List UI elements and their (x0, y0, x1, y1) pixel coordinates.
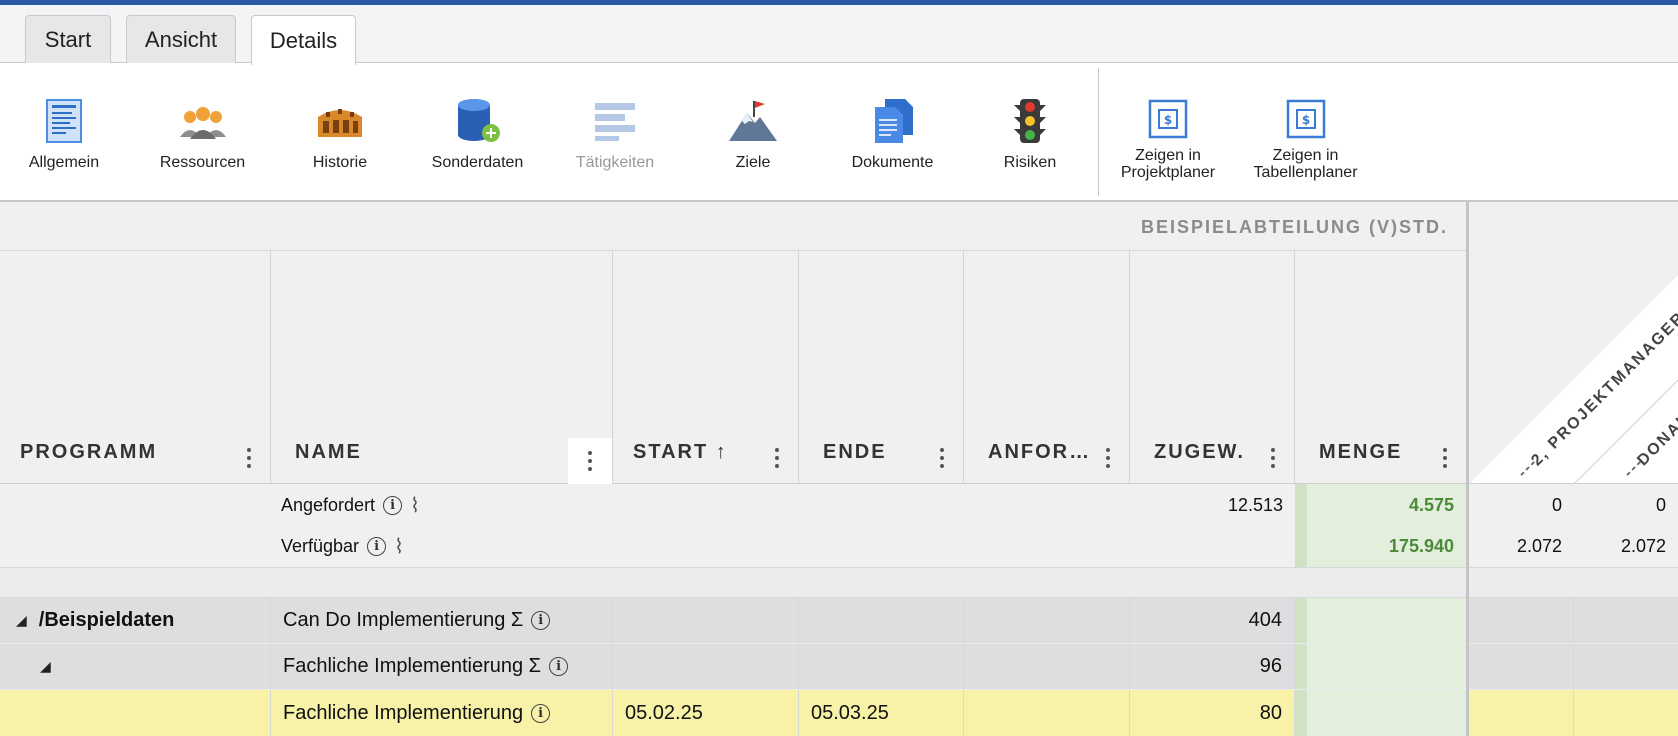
anforderung-cell (964, 644, 1130, 689)
column-menu-icon[interactable] (568, 438, 612, 484)
info-icon[interactable]: i (383, 495, 403, 515)
name-cell: Can Do Implementierung Σ (283, 609, 524, 631)
tab-details[interactable]: Details (251, 15, 356, 65)
ribbon-toolbar: Allgemein Ressourcen Historie Sonderdate… (0, 63, 1678, 202)
table-row[interactable]: Fachliche Implementierung i 05.02.25 05.… (0, 690, 1678, 736)
svg-text:$: $ (1301, 113, 1309, 127)
resource-column-headers: 2, PROJEKTMANAGER DONAU --- --- (1469, 202, 1678, 484)
allgemein-button[interactable]: Allgemein (14, 63, 114, 202)
name-cell: Fachliche Implementierung Σ (283, 655, 542, 677)
name-cell: Fachliche Implementierung (283, 701, 524, 724)
start-cell (613, 598, 799, 643)
documents-icon (874, 99, 913, 143)
zugew-cell: 96 (1130, 644, 1295, 689)
programm-cell: /Beispieldaten (38, 609, 175, 631)
table-row[interactable]: ◢ Fachliche Implementierung Σ i 96 (0, 644, 1678, 690)
summary-row: Angefordert i ⌇ 12.513 4.575 0 0 (0, 484, 1678, 526)
start-cell (613, 644, 799, 689)
summary-label: Angefordert (281, 494, 376, 515)
summary-resource-value: 0 (1551, 494, 1562, 515)
colosseum-icon (318, 109, 362, 137)
database-add-icon (457, 99, 500, 142)
summary-menge: 4.575 (1295, 484, 1466, 526)
risiken-button[interactable]: Risiken (980, 63, 1080, 202)
dokumente-button[interactable]: Dokumente (840, 63, 945, 202)
department-header: BEISPIELABTEILUNG (V)STD. (0, 202, 1466, 251)
summary-row: Verfügbar i ⌇ 175.940 2.072 2.072 (0, 526, 1678, 568)
resource-cell (1469, 598, 1574, 643)
menge-cell (1295, 598, 1466, 643)
info-icon[interactable]: i (549, 657, 569, 676)
ende-cell (799, 644, 964, 689)
traffic-light-icon (1014, 99, 1046, 143)
resource-cell[interactable] (1469, 690, 1574, 736)
zugew-cell[interactable]: 80 (1130, 690, 1295, 736)
zeigen-in-tabellenplaner-button[interactable]: $ Zeigen in Tabellenplaner (1248, 63, 1363, 202)
zeigen-in-projektplaner-button[interactable]: $ Zeigen in Projektplaner (1113, 63, 1223, 202)
ende-cell[interactable]: 05.03.25 (799, 690, 964, 736)
column-menu-icon[interactable] (1434, 444, 1456, 472)
pane-splitter[interactable] (1466, 202, 1469, 736)
attachment-icon[interactable]: ⌇ (410, 493, 420, 518)
summary-label: Verfügbar (281, 536, 360, 556)
attachment-icon[interactable]: ⌇ (394, 534, 404, 559)
column-menu-icon[interactable] (766, 444, 788, 472)
summary-resource-value: 2.072 (1516, 536, 1562, 556)
historie-button[interactable]: Historie (290, 63, 390, 202)
currency-box-icon: $ (1148, 99, 1188, 139)
collapse-triangle-icon[interactable]: ◢ (16, 612, 27, 629)
menge-cell[interactable] (1295, 690, 1466, 736)
info-icon[interactable]: i (531, 611, 551, 630)
column-menu-icon[interactable] (1097, 444, 1119, 472)
column-header-menge[interactable]: MENGE (1295, 251, 1466, 484)
column-header-zugewiesen[interactable]: ZUGEW. (1130, 251, 1295, 484)
anforderung-cell[interactable] (964, 690, 1130, 736)
mountain-flag-icon (729, 101, 777, 141)
taetigkeiten-button[interactable]: Tätigkeiten (565, 63, 665, 202)
currency-box-icon: $ (1286, 99, 1325, 139)
summary-zugew: 12.513 (1227, 494, 1283, 515)
tab-start[interactable]: Start (25, 15, 111, 64)
collapse-triangle-icon[interactable]: ◢ (40, 658, 51, 675)
summary-resource-value: 2.072 (1620, 536, 1666, 556)
column-menu-icon[interactable] (238, 444, 260, 472)
programm-cell (0, 690, 271, 736)
resource-grid: BEISPIELABTEILUNG (V)STD. PROGRAMM NAME … (0, 202, 1678, 736)
resource-cell (1469, 644, 1574, 689)
table-row[interactable]: ◢ /Beispieldaten Can Do Implementierung … (0, 598, 1678, 644)
column-header-start[interactable]: START ↑ (613, 251, 799, 484)
ende-cell (799, 598, 964, 643)
column-menu-icon[interactable] (931, 444, 953, 472)
column-header-programm[interactable]: PROGRAMM (0, 251, 271, 484)
column-menu-icon[interactable] (1262, 444, 1284, 472)
ressourcen-button[interactable]: Ressourcen (150, 63, 255, 202)
start-cell[interactable]: 05.02.25 (613, 690, 799, 736)
menge-cell (1295, 644, 1466, 689)
zugew-cell: 404 (1130, 598, 1295, 643)
column-header-name[interactable]: NAME (271, 251, 613, 484)
info-icon[interactable]: i (367, 537, 387, 556)
ribbon-separator (1098, 68, 1099, 196)
info-icon[interactable]: i (531, 703, 551, 723)
column-header-ende[interactable]: ENDE (799, 251, 964, 484)
summary-menge: 175.940 (1295, 526, 1466, 567)
column-header-anforderung[interactable]: ANFOR… (964, 251, 1130, 484)
svg-text:$: $ (1164, 113, 1172, 127)
column-header-row: PROGRAMM NAME START ↑ ENDE ANFOR… ZUGEW.… (0, 251, 1466, 484)
document-lines-icon (46, 99, 82, 143)
anforderung-cell (964, 598, 1130, 643)
sonderdaten-button[interactable]: Sonderdaten (425, 63, 530, 202)
spacer-row (0, 569, 1678, 598)
people-icon (179, 107, 226, 139)
summary-resource-value: 0 (1655, 494, 1666, 515)
ziele-button[interactable]: Ziele (703, 63, 803, 202)
tab-bar: Start Ansicht Details (0, 5, 1678, 65)
task-bars-icon (595, 103, 635, 141)
tab-ansicht[interactable]: Ansicht (126, 15, 236, 64)
